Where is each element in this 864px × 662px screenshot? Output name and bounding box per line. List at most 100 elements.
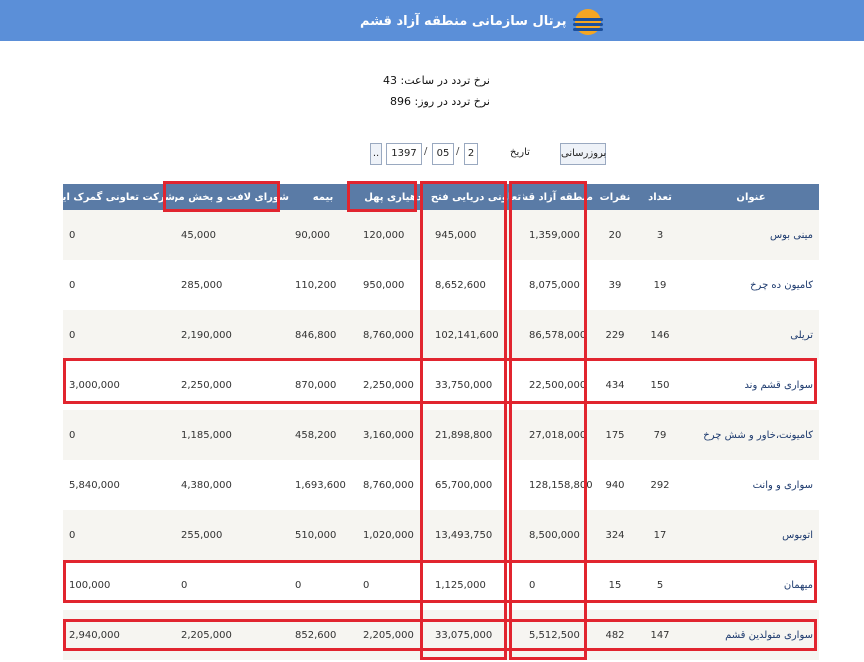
cell-amount: 1,185,000 [175,410,289,460]
column-header[interactable]: تعاونی دریایی فتح [429,184,523,210]
cell-count: 146 [637,310,683,360]
column-header[interactable]: نفرات [593,184,637,210]
cell-amount: 0 [523,560,593,610]
date-separator: / [424,146,428,157]
cell-amount: 120,000 [357,210,429,260]
cell-amount: 13,493,750 [429,510,523,560]
cell-persons: 39 [593,260,637,310]
table-row: سواری و وانت 292 940 128,158,800 65,700,… [63,460,819,510]
cell-amount: 2,250,000 [357,360,429,410]
column-header[interactable]: شورای لافت و بخش مرکزی [175,184,289,210]
cell-amount: 852,600 [289,610,357,660]
row-title: سواری متولدین قشم [683,610,819,660]
cell-persons: 15 [593,560,637,610]
daily-rate: نرخ تردد در روز: 896 [390,95,490,108]
cell-amount: 22,500,000 [523,360,593,410]
row-title: مینی بوس [683,210,819,260]
cell-amount: 27,018,000 [523,410,593,460]
cell-amount: 1,359,000 [523,210,593,260]
cell-amount: 128,158,800 [523,460,593,510]
cell-amount: 510,000 [289,510,357,560]
cell-amount: 21,898,800 [429,410,523,460]
cell-amount: 1,693,600 [289,460,357,510]
cell-amount: 3,160,000 [357,410,429,460]
portal-title: پرتال سازمانی منطقه آزاد قشم [360,13,567,29]
cell-count: 19 [637,260,683,310]
cell-amount: 45,000 [175,210,289,260]
table-row: کامیون ده چرخ 19 39 8,075,000 8,652,600 … [63,260,819,310]
cell-amount: 2,205,000 [357,610,429,660]
cell-amount: 870,000 [289,360,357,410]
traffic-stats: نرخ تردد در ساعت: 43 نرخ تردد در روز: 89… [300,70,490,112]
cell-amount: 8,760,000 [357,460,429,510]
cell-amount: 2,250,000 [175,360,289,410]
cell-amount: 0 [63,510,175,560]
year-input[interactable]: 1397 [386,143,422,165]
portal-header: پرتال سازمانی منطقه آزاد قشم [0,0,864,41]
cell-amount: 8,075,000 [523,260,593,310]
cell-count: 3 [637,210,683,260]
cell-count: 147 [637,610,683,660]
date-form: .. 1397 / 05 / 2 تاریخ بروزرسانی [370,143,610,167]
hourly-rate: نرخ تردد در ساعت: 43 [383,74,490,87]
day-input[interactable]: 2 [464,143,478,165]
cell-amount: 0 [63,310,175,360]
cell-amount: 110,200 [289,260,357,310]
cell-amount: 0 [63,210,175,260]
cell-amount: 3,000,000 [63,360,175,410]
cell-amount: 255,000 [175,510,289,560]
cell-amount: 8,760,000 [357,310,429,360]
cell-persons: 940 [593,460,637,510]
cell-amount: 65,700,000 [429,460,523,510]
cell-amount: 102,141,600 [429,310,523,360]
cell-amount: 86,578,000 [523,310,593,360]
date-picker-button[interactable]: .. [370,143,382,165]
row-title: اتوبوس [683,510,819,560]
cell-amount: 100,000 [63,560,175,610]
date-separator: / [456,146,460,157]
cell-amount: 950,000 [357,260,429,310]
cell-amount: 0 [63,410,175,460]
row-title: سواری قشم وند [683,360,819,410]
column-header[interactable]: تعداد [637,184,683,210]
cell-persons: 175 [593,410,637,460]
cell-persons: 324 [593,510,637,560]
cell-persons: 482 [593,610,637,660]
cell-amount: 846,800 [289,310,357,360]
cell-amount: 5,840,000 [63,460,175,510]
table-row: تریلی 146 229 86,578,000 102,141,600 8,7… [63,310,819,360]
cell-persons: 20 [593,210,637,260]
row-title: میهمان [683,560,819,610]
cell-amount: 33,075,000 [429,610,523,660]
cell-amount: 0 [357,560,429,610]
cell-amount: 2,205,000 [175,610,289,660]
table-row: مینی بوس 3 20 1,359,000 945,000 120,000 … [63,210,819,260]
cell-amount: 0 [289,560,357,610]
cell-amount: 2,190,000 [175,310,289,360]
row-title: تریلی [683,310,819,360]
table-row: سواری متولدین قشم 147 482 5,512,500 33,0… [63,610,819,660]
cell-amount: 90,000 [289,210,357,260]
row-title: سواری و وانت [683,460,819,510]
column-header[interactable]: منطقه آزاد قشم [523,184,593,210]
cell-amount: 1,020,000 [357,510,429,560]
column-header[interactable]: شرکت تعاونی گمرک ایران [63,184,175,210]
table-row: اتوبوس 17 324 8,500,000 13,493,750 1,020… [63,510,819,560]
cell-count: 79 [637,410,683,460]
cell-count: 150 [637,360,683,410]
cell-amount: 8,652,600 [429,260,523,310]
month-input[interactable]: 05 [432,143,454,165]
refresh-button[interactable]: بروزرسانی [560,143,606,165]
date-label: تاریخ [510,147,530,158]
cell-amount: 8,500,000 [523,510,593,560]
cell-amount: 5,512,500 [523,610,593,660]
cell-amount: 945,000 [429,210,523,260]
portal-branding[interactable]: پرتال سازمانی منطقه آزاد قشم [360,8,603,35]
column-header[interactable]: دهیاری پهل [357,184,429,210]
cell-persons: 229 [593,310,637,360]
table-header-row: عنوان تعداد نفرات منطقه آزاد قشم تعاونی … [63,184,819,210]
column-header[interactable]: عنوان [683,184,819,210]
table-row: سواری قشم وند 150 434 22,500,000 33,750,… [63,360,819,410]
column-header[interactable]: بیمه [289,184,357,210]
cell-amount: 4,380,000 [175,460,289,510]
